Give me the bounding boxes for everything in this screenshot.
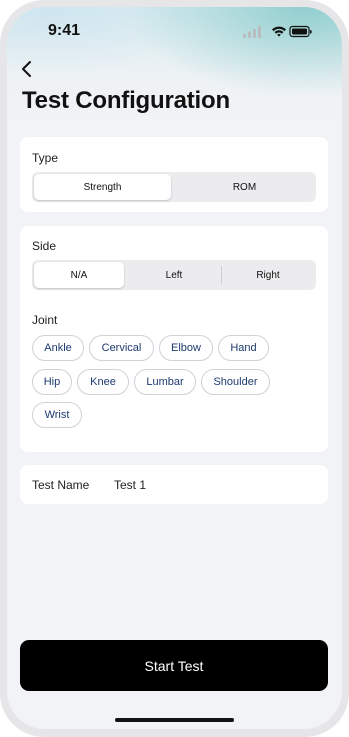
joint-chip-lumbar[interactable]: Lumbar — [134, 369, 196, 395]
type-card: Type Strength ROM — [20, 137, 328, 212]
signal-icon — [243, 26, 261, 38]
page-title: Test Configuration — [22, 87, 230, 114]
status-time: 9:41 — [48, 22, 81, 39]
status-icons — [243, 25, 312, 38]
joint-chip-cervical[interactable]: Cervical — [89, 335, 154, 361]
home-indicator — [115, 718, 234, 722]
wifi-icon — [272, 26, 286, 37]
type-option-strength[interactable]: Strength — [34, 174, 171, 200]
start-test-button[interactable]: Start Test — [20, 640, 328, 691]
type-segmented-control: Strength ROM — [32, 172, 316, 202]
joint-chip-wrist[interactable]: Wrist — [32, 402, 82, 428]
type-label: Type — [32, 151, 59, 165]
side-option-right[interactable]: Right — [222, 262, 314, 288]
type-option-rom[interactable]: ROM — [175, 174, 314, 200]
joint-chip-ankle[interactable]: Ankle — [32, 335, 84, 361]
test-name-card[interactable]: Test Name Test 1 — [20, 465, 328, 504]
side-option-na[interactable]: N/A — [34, 262, 124, 288]
battery-icon — [289, 25, 312, 38]
side-joint-card: Side N/A Left Right Joint Ankle Cervical… — [20, 226, 328, 452]
side-segmented-control: N/A Left Right — [32, 260, 316, 290]
joint-chip-shoulder[interactable]: Shoulder — [201, 369, 270, 395]
back-chevron-icon[interactable] — [15, 57, 39, 81]
joint-chip-hip[interactable]: Hip — [32, 369, 72, 395]
joint-chip-knee[interactable]: Knee — [77, 369, 129, 395]
side-option-left[interactable]: Left — [128, 262, 220, 288]
side-label: Side — [32, 239, 57, 253]
joint-chip-elbow[interactable]: Elbow — [159, 335, 213, 361]
joint-chip-hand[interactable]: Hand — [218, 335, 269, 361]
test-name-label: Test Name — [32, 478, 90, 492]
phone-frame: 9:41 Test Configuration Type Strength RO… — [0, 0, 349, 737]
joint-label: Joint — [32, 313, 58, 327]
test-name-field[interactable]: Test 1 — [114, 478, 146, 492]
screen: 9:41 Test Configuration Type Strength RO… — [7, 7, 342, 729]
